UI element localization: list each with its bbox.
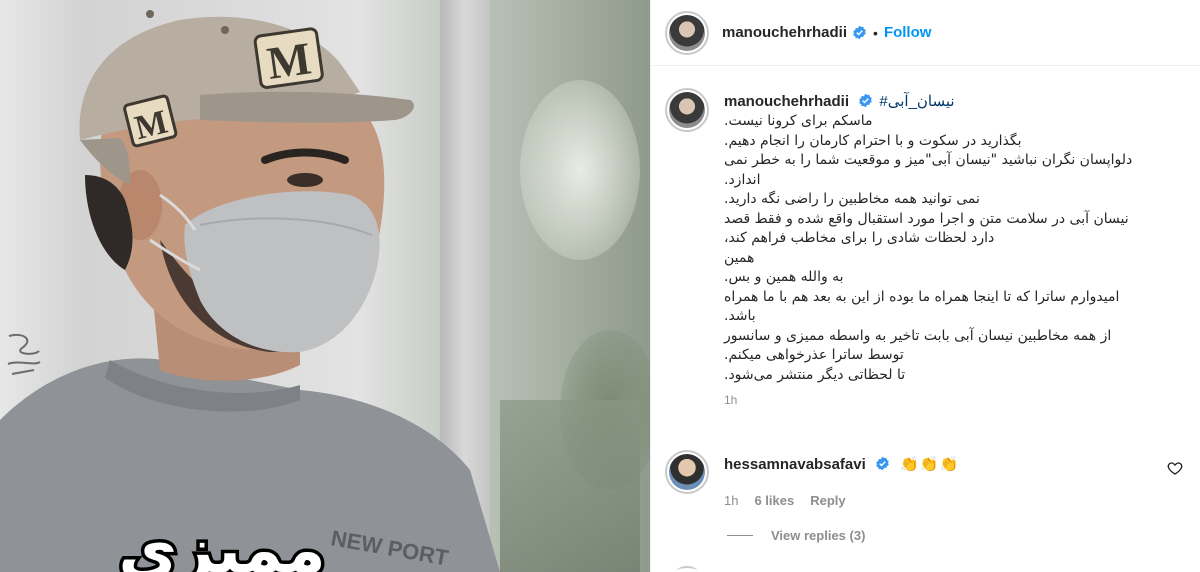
post-photo[interactable]: NEW PORT M M ممیزی [0,0,650,572]
caption-timestamp[interactable]: 1h [724,393,1164,407]
cap-logo-text: M [264,32,314,89]
caption-text: ماسکم برای کرونا نیست. بگذارید در سکوت و… [724,112,1154,385]
caption-author-avatar[interactable] [665,88,709,132]
verified-badge-icon [876,456,889,471]
view-replies-button[interactable]: View replies (3) [727,528,865,543]
view-replies-line [727,535,753,536]
commenter-avatar[interactable] [665,450,709,494]
follow-button[interactable]: Follow [884,24,932,41]
next-comment-avatar[interactable] [677,566,697,572]
caption-line: دلواپسان نگران نباشید "نیسان آبی"میز و م… [724,152,1133,168]
caption-line: باشد. [724,308,756,324]
caption-line: نیسان آبی در سلامت متن و اجرا مورد استقب… [724,210,1129,227]
separator-dot: • [873,24,878,41]
caption-line: تا لحظاتی دیگر منتشر می‌شود. [724,366,906,383]
reply-button[interactable]: Reply [810,493,845,508]
caption-line: توسط ساترا عذرخواهی میکنم. [724,347,904,363]
caption-line: ماسکم برای کرونا نیست. [724,113,873,129]
author-username[interactable]: manouchehrhadii [722,24,847,41]
caption-line: نمی توانید همه مخاطبین را راضی نگه دارید… [724,191,980,207]
comment-timestamp[interactable]: 1h [724,493,738,508]
person-illustration: NEW PORT M M ممیزی [0,10,500,572]
verified-badge-icon [853,25,866,40]
post-header: manouchehrhadii • Follow [651,0,1200,66]
commenter-username[interactable]: hessamnavabsafavi [724,456,866,473]
comment-text: 👏👏👏 [900,456,960,473]
heart-icon[interactable] [1167,460,1183,476]
caption-line: از همه مخاطبین نیسان آبی بابت تاخیر به و… [724,327,1112,344]
caption-author-username[interactable]: manouchehrhadii [724,93,849,110]
overlay-caption-text: ممیزی [118,514,325,572]
caption-line: دارد لحظات شادی را برای مخاطب فراهم کند، [724,230,995,246]
caption-line: بگذارید در سکوت و با احترام کارمان را ان… [724,132,1022,149]
verified-badge-icon [859,93,872,108]
caption-hashtag[interactable]: #نیسان_آبی [879,93,954,110]
post-side-panel: manouchehrhadii • Follow manouchehrhadii… [650,0,1200,572]
author-avatar[interactable] [665,10,709,55]
signature-watermark [7,334,41,375]
caption-line: همین [724,249,755,266]
caption-line: امیدوارم ساترا که تا اینجا همراه ما بوده… [724,288,1120,305]
view-replies-label: View replies (3) [771,528,866,543]
comment-likes[interactable]: 6 likes [754,493,794,508]
caption-line: به والله همین و بس. [724,269,844,285]
caption-line: اندازد. [724,171,761,188]
